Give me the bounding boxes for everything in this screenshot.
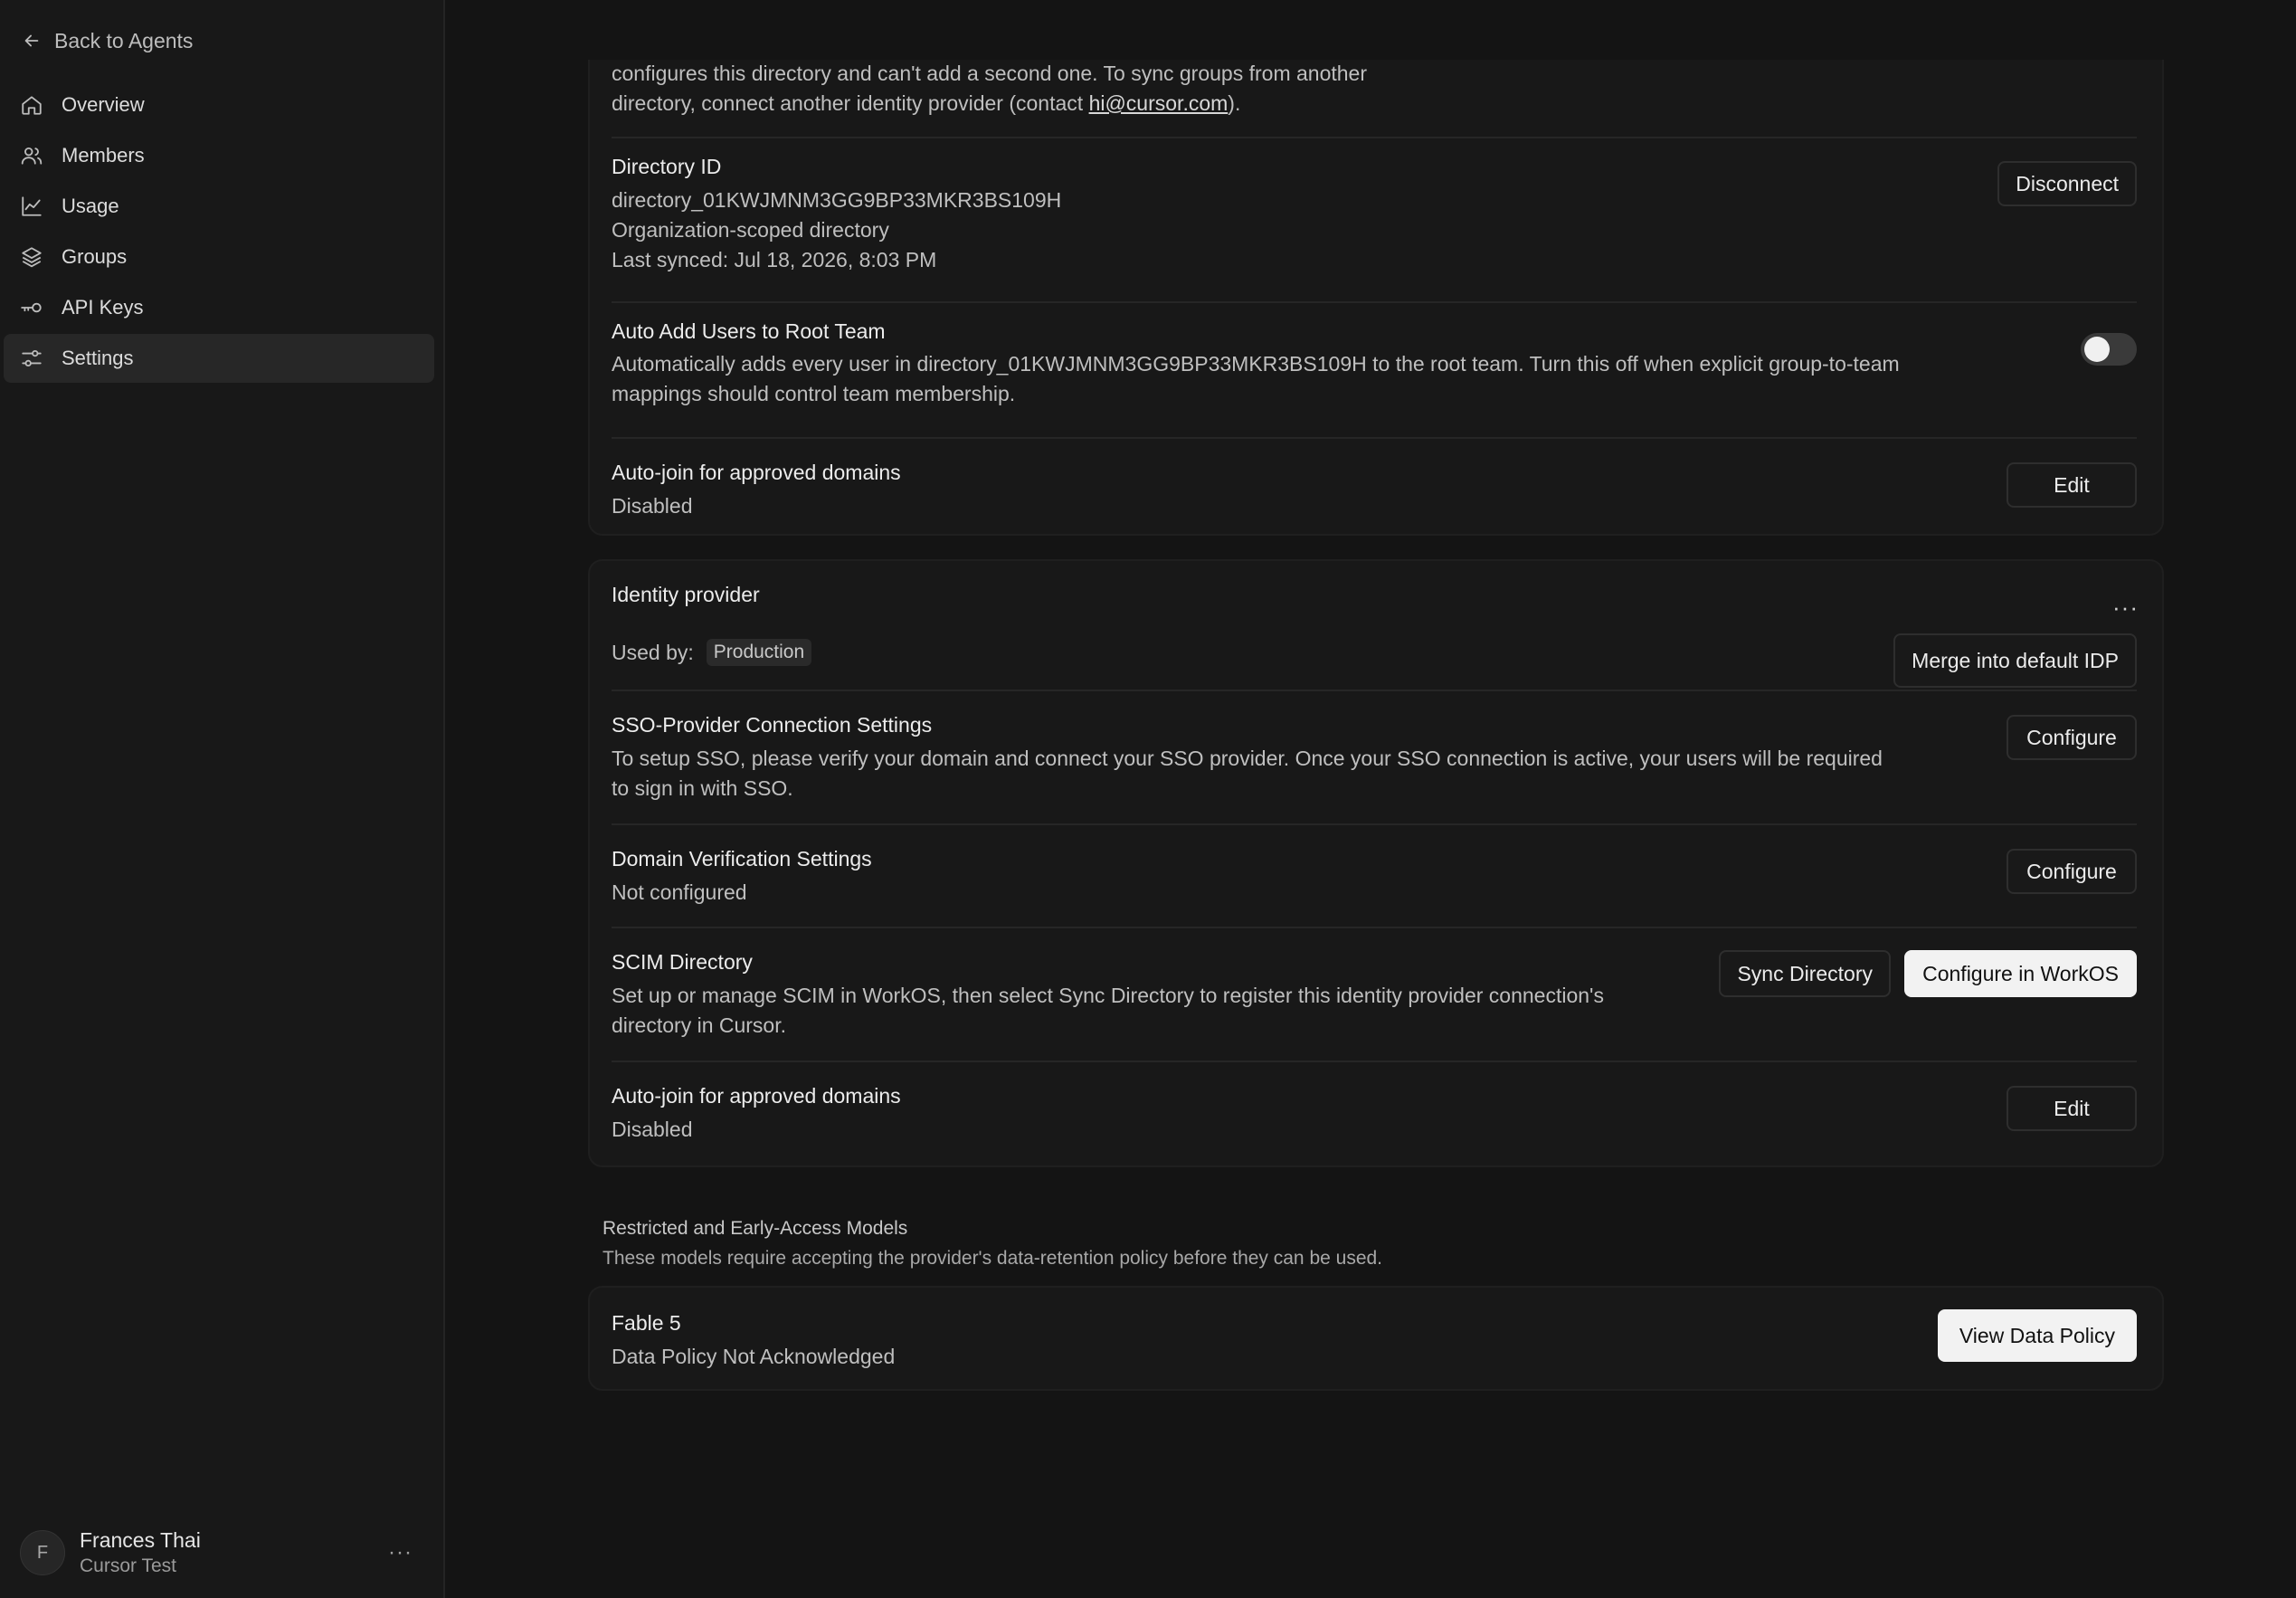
auto-add-title: Auto Add Users to Root Team [612, 319, 886, 343]
sidebar-item-usage[interactable]: Usage [4, 182, 434, 231]
back-to-agents-label: Back to Agents [54, 28, 194, 52]
user-name: Frances Thai [80, 1528, 201, 1552]
sidebar-item-overview[interactable]: Overview [4, 81, 434, 129]
sidebar: Back to Agents Overview Members Usage Gr… [0, 0, 445, 1598]
arrow-left-icon [24, 34, 39, 47]
sso-title: SSO-Provider Connection Settings [612, 713, 933, 737]
idp-auto-join-title: Auto-join for approved domains [612, 1084, 901, 1108]
user-org: Cursor Test [80, 1555, 176, 1576]
idp-auto-join-edit-button[interactable]: Edit [2007, 1086, 2137, 1131]
identity-provider-title: Identity provider [612, 583, 760, 606]
sso-configure-button[interactable]: Configure [2007, 715, 2137, 760]
sliders-icon [22, 349, 42, 367]
directory-intro-line1: configures this directory and can't add … [612, 62, 1368, 85]
sidebar-item-members[interactable]: Members [4, 131, 434, 180]
sso-row: SSO-Provider Connection Settings To setu… [612, 690, 2137, 823]
models-section-subtitle: These models require accepting the provi… [602, 1248, 1383, 1269]
models-section-header: Restricted and Early-Access Models These… [602, 1215, 1382, 1272]
used-by-label: Used by: [612, 640, 694, 664]
auto-join-row: Auto-join for approved domains Disabled … [612, 437, 2137, 537]
chart-line-icon [22, 196, 42, 216]
directory-id-value: directory_01KWJMNM3GG9BP33MKR3BS109H [612, 188, 1062, 212]
domain-verification-row: Domain Verification Settings Not configu… [612, 823, 2137, 927]
auto-join-edit-button[interactable]: Edit [2007, 462, 2137, 508]
top-bar [447, 0, 2296, 60]
model-name: Fable 5 [612, 1311, 681, 1335]
more-options-icon[interactable]: ··· [2112, 594, 2139, 622]
auto-add-row: Auto Add Users to Root Team Automaticall… [612, 301, 2137, 437]
idp-auto-join-status: Disabled [612, 1118, 693, 1141]
back-to-agents-link[interactable]: Back to Agents [22, 25, 193, 56]
key-icon [21, 302, 42, 313]
model-status: Data Policy Not Acknowledged [612, 1345, 896, 1368]
more-options-icon[interactable]: ··· [383, 1540, 418, 1565]
sidebar-item-settings[interactable]: Settings [4, 334, 434, 383]
identity-provider-card: Identity provider ··· Used by: Productio… [588, 559, 2164, 1167]
model-card: Fable 5 Data Policy Not Acknowledged Vie… [588, 1286, 2164, 1391]
auto-add-toggle[interactable] [2081, 333, 2137, 366]
sidebar-item-label: Groups [62, 245, 128, 268]
configure-in-workos-button[interactable]: Configure in WorkOS [1904, 950, 2137, 997]
models-section-title: Restricted and Early-Access Models [602, 1218, 908, 1239]
sidebar-item-groups[interactable]: Groups [4, 233, 434, 281]
view-data-policy-button[interactable]: View Data Policy [1937, 1309, 2137, 1362]
auto-join-status: Disabled [612, 494, 693, 518]
directory-id-title: Directory ID [612, 155, 722, 178]
main-content: configures this directory and can't add … [447, 0, 2296, 1598]
sidebar-item-label: API Keys [62, 296, 144, 319]
directory-id-row: Directory ID directory_01KWJMNM3GG9BP33M… [612, 137, 2137, 301]
disconnect-button[interactable]: Disconnect [1997, 161, 2137, 206]
scim-title: SCIM Directory [612, 950, 753, 974]
toggle-knob [2084, 337, 2110, 362]
domain-verification-status: Not configured [612, 880, 747, 904]
sidebar-item-label: Overview [62, 93, 145, 116]
scim-desc-line1: Set up or manage SCIM in WorkOS, then se… [612, 984, 1604, 1007]
idp-auto-join-row: Auto-join for approved domains Disabled … [612, 1061, 2137, 1167]
users-icon [21, 147, 43, 165]
user-profile[interactable]: F Frances Thai Cursor Test ··· [20, 1527, 418, 1578]
sidebar-item-label: Members [62, 144, 145, 166]
directory-intro-suffix: ). [1228, 91, 1241, 115]
directory-card: configures this directory and can't add … [588, 0, 2164, 536]
directory-scope: Organization-scoped directory [612, 218, 889, 242]
directory-intro-line2: directory, connect another identity prov… [612, 91, 1089, 115]
directory-last-synced: Last synced: Jul 18, 2026, 8:03 PM [612, 248, 937, 271]
sidebar-nav: Overview Members Usage Groups API Keys S… [4, 81, 434, 385]
sidebar-item-api-keys[interactable]: API Keys [4, 283, 434, 332]
sidebar-item-label: Usage [62, 195, 119, 217]
auto-add-desc-line2: mappings should control team membership. [612, 382, 1016, 405]
sso-desc-line1: To setup SSO, please verify your domain … [612, 747, 1883, 770]
auto-join-title: Auto-join for approved domains [612, 461, 901, 484]
sso-desc-line2: to sign in with SSO. [612, 776, 793, 800]
contact-email-link[interactable]: hi@cursor.com [1089, 91, 1229, 115]
status-badge: Production [706, 639, 812, 666]
scim-desc-line2: directory in Cursor. [612, 1013, 787, 1037]
domain-verification-title: Domain Verification Settings [612, 847, 872, 870]
layers-icon [22, 247, 42, 268]
sidebar-item-label: Settings [62, 347, 134, 369]
sync-directory-button[interactable]: Sync Directory [1719, 950, 1891, 997]
merge-idp-button[interactable]: Merge into default IDP [1893, 633, 2137, 688]
avatar: F [20, 1530, 65, 1575]
home-icon [22, 96, 42, 115]
scim-row: SCIM Directory Set up or manage SCIM in … [612, 927, 2137, 1061]
domain-configure-button[interactable]: Configure [2007, 849, 2137, 894]
auto-add-desc-line1: Automatically adds every user in directo… [612, 352, 1900, 376]
